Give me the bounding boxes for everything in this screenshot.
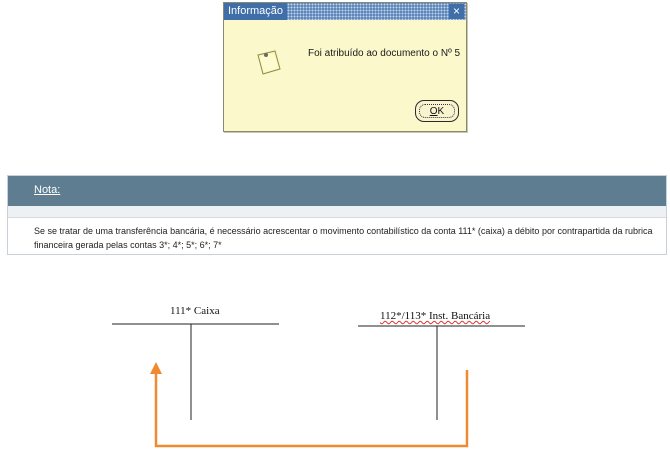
transfer-arrow: [154, 370, 469, 448]
t-account-diagram: [112, 323, 525, 448]
arrow-head-icon: [150, 362, 162, 374]
